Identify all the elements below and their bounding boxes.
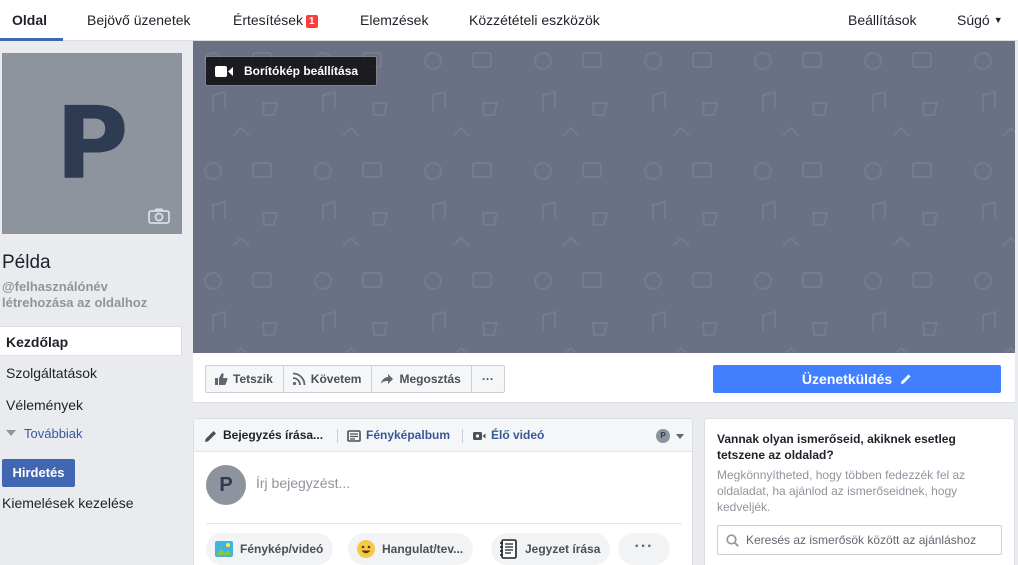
more-actions-button[interactable]: ··· (472, 366, 504, 392)
page-top-nav: Oldal Bejövő üzenetek Értesítések 1 Elemz… (0, 0, 1018, 41)
photo-album-icon (347, 429, 361, 442)
thumbs-up-icon (215, 373, 228, 385)
notification-badge: 1 (306, 15, 318, 28)
feeling-activity-label: Hangulat/tev... (382, 542, 464, 556)
write-note-button[interactable]: Jegyzet írása (491, 533, 611, 565)
tab-notifications-label: Értesítések (233, 12, 304, 28)
feeling-activity-button[interactable]: Hangulat/tev... (348, 533, 474, 565)
photo-icon (215, 541, 233, 557)
smiley-icon (357, 540, 375, 558)
tab-live-video-label: Élő videó (491, 428, 545, 442)
cover-pattern (193, 41, 1015, 353)
invite-friends-card: Vannak olyan ismerőseid, akiknek esetleg… (704, 418, 1015, 565)
promote-button[interactable]: Hirdetés (2, 459, 75, 487)
sidebar-more-link[interactable]: Továbbiak (6, 426, 83, 442)
set-cover-photo-label: Borítókép beállítása (244, 64, 359, 78)
username-prompt[interactable]: @felhasználónév létrehozása az oldalhoz (2, 279, 182, 311)
composer-tab-divider (462, 429, 463, 443)
pencil-icon (205, 430, 216, 442)
tab-live-video[interactable]: Élő videó (472, 419, 544, 452)
tab-publishing-tools[interactable]: Közzétételi eszközök (469, 0, 600, 41)
composer-tab-divider (337, 429, 338, 443)
tab-insights[interactable]: Elemzések (360, 0, 428, 41)
triangle-down-icon (6, 430, 16, 436)
tab-inbox[interactable]: Bejövő üzenetek (87, 0, 191, 41)
share-button[interactable]: Megosztás (372, 366, 472, 392)
manage-promotions-link[interactable]: Kiemelések kezelése (2, 494, 134, 512)
tab-page[interactable]: Oldal (0, 0, 64, 41)
composer-header: Bejegyzés írása... Fényképalbum Élő vide… (194, 419, 692, 452)
photo-video-button[interactable]: Fénykép/videó (206, 533, 334, 565)
username-line1: @felhasználónév (2, 279, 108, 294)
caret-down-icon: ▼ (993, 15, 1003, 25)
tab-write-post-label: Bejegyzés írása... (223, 428, 324, 442)
search-icon (726, 534, 739, 547)
like-label: Tetszik (233, 372, 273, 386)
page-name: Példa (2, 252, 51, 273)
set-cover-photo-button[interactable]: Borítókép beállítása (205, 56, 377, 86)
photo-video-label: Fénykép/videó (240, 542, 324, 556)
tab-photo-album[interactable]: Fényképalbum (347, 419, 450, 452)
send-message-button[interactable]: Üzenetküldés (713, 365, 1001, 393)
send-message-label: Üzenetküldés (801, 371, 893, 387)
help-label: Súgó (957, 12, 990, 28)
camera-icon[interactable] (148, 208, 170, 224)
follow-button[interactable]: Követem (284, 366, 373, 392)
tab-write-post[interactable]: Bejegyzés írása... (204, 419, 323, 452)
sidebar-item-services[interactable]: Szolgáltatások (0, 358, 182, 388)
composer-divider (206, 523, 682, 524)
help-menu[interactable]: Súgó ▼ (957, 0, 1003, 41)
write-note-label: Jegyzet írása (525, 542, 601, 556)
page-action-bar: Tetszik Követem Megosztás ··· Üzenetküld… (193, 353, 1015, 403)
pencil-icon (901, 374, 911, 384)
cover-photo[interactable]: Borítókép beállítása (193, 41, 1015, 353)
composer-avatar: P (206, 465, 246, 505)
notebook-icon (500, 539, 517, 559)
invite-title: Vannak olyan ismerőseid, akiknek esetleg… (717, 432, 956, 462)
post-composer: Bejegyzés írása... Fényképalbum Élő vide… (193, 418, 693, 565)
tab-settings[interactable]: Beállítások (848, 0, 916, 41)
action-button-group: Tetszik Követem Megosztás ··· (205, 365, 505, 393)
rss-icon (292, 372, 306, 386)
username-line2: létrehozása az oldalhoz (2, 295, 148, 310)
follow-label: Követem (310, 372, 362, 386)
invite-search-input[interactable] (746, 526, 996, 554)
profile-picture[interactable]: P (2, 53, 182, 234)
invite-search-box (717, 525, 1002, 555)
caret-down-icon[interactable] (676, 434, 684, 439)
live-video-icon (473, 431, 486, 440)
composer-input[interactable]: Írj bejegyzést... (256, 475, 350, 491)
sidebar-more-label: Továbbiak (24, 426, 83, 441)
composer-more-button[interactable]: ··· (618, 533, 670, 565)
tab-notifications[interactable]: Értesítések 1 (233, 0, 318, 41)
like-button[interactable]: Tetszik (206, 366, 284, 392)
invite-description: Megkönnyítheted, hogy többen fedezzék fe… (717, 468, 966, 514)
sidebar-item-reviews[interactable]: Vélemények (0, 390, 182, 420)
post-as-avatar[interactable]: P (656, 429, 670, 443)
sidebar-item-home[interactable]: Kezdőlap (0, 326, 182, 356)
share-arrow-icon (381, 374, 394, 384)
tab-photo-album-label: Fényképalbum (366, 428, 451, 442)
video-camera-icon (215, 66, 233, 77)
share-label: Megosztás (399, 372, 461, 386)
profile-letter: P (55, 85, 129, 202)
